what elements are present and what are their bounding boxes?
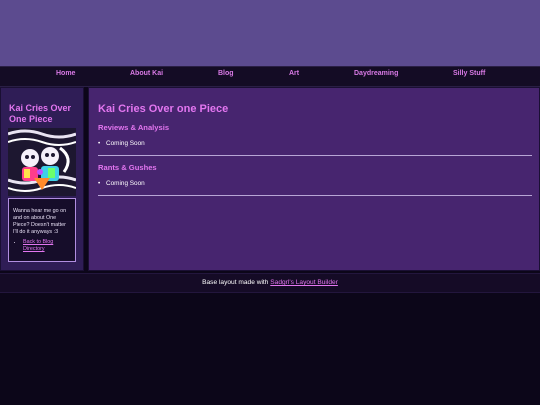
nav-item-art[interactable]: Art: [289, 70, 299, 77]
header-banner: [0, 0, 540, 66]
footer-text: Base layout made with: [202, 279, 271, 286]
top-nav: Home About Kai Blog Art Daydreaming Sill…: [0, 66, 540, 87]
section-heading-rants: Rants & Gushes: [98, 163, 157, 172]
sidebar-link-list: Back to Blog Directory: [13, 239, 71, 253]
sidebar-description: Wanna hear me go on and on about One Pie…: [13, 208, 67, 235]
avatar-image: [8, 128, 76, 196]
nav-item-blog[interactable]: Blog: [218, 70, 234, 77]
section-item-reviews: Coming Soon: [98, 140, 145, 147]
layout-builder-link[interactable]: Sadgrl's Layout Builder: [270, 279, 338, 286]
list-item: Back to Blog Directory: [23, 239, 71, 253]
sidebar-title: Kai Cries Over One Piece: [9, 103, 72, 124]
back-to-blog-directory-link[interactable]: Back to Blog Directory: [23, 239, 53, 252]
divider: [98, 155, 532, 156]
footer: Base layout made with Sadgrl's Layout Bu…: [0, 273, 540, 293]
nav-item-about-kai[interactable]: About Kai: [130, 70, 163, 77]
divider: [98, 195, 532, 196]
nav-item-home[interactable]: Home: [56, 70, 75, 77]
nav-item-silly-stuff[interactable]: Silly Stuff: [453, 70, 485, 77]
section-item-rants: Coming Soon: [98, 180, 145, 187]
sidebar-info-box: Wanna hear me go on and on about One Pie…: [8, 198, 76, 262]
main-content: Kai Cries Over one Piece Reviews & Analy…: [88, 87, 540, 271]
nav-item-daydreaming[interactable]: Daydreaming: [354, 70, 398, 77]
section-heading-reviews: Reviews & Analysis: [98, 123, 170, 132]
page-title: Kai Cries Over one Piece: [98, 103, 229, 115]
